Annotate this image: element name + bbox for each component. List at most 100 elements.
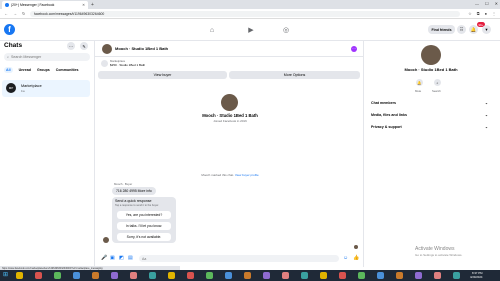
taskbar-app-icon[interactable] — [377, 272, 384, 279]
filter-unread[interactable]: Unread — [19, 68, 31, 73]
privacy-support-section[interactable]: Privacy & support ⌄ — [371, 125, 488, 129]
maximize-icon[interactable]: ☐ — [485, 1, 489, 6]
taskbar-app-icon[interactable] — [301, 272, 308, 279]
buyer-profile-avatar[interactable] — [221, 94, 238, 111]
section-label: Media, files and links — [371, 113, 407, 117]
taskbar-app-icon[interactable] — [92, 272, 99, 279]
apps-grid-icon[interactable]: ⠿ — [457, 25, 466, 34]
video-nav-icon[interactable]: ▶ — [245, 25, 257, 35]
photo-icon[interactable]: ▣ — [110, 255, 115, 261]
browser-tab[interactable]: (20+) Messenger | Facebook ✕ — [2, 1, 88, 9]
view-buyer-profile-link[interactable]: View buyer profile — [235, 173, 259, 177]
filter-groups[interactable]: Groups — [37, 68, 50, 73]
chat-avatar[interactable] — [102, 44, 112, 54]
chats-title: Chats — [4, 42, 23, 49]
reload-icon[interactable]: ↻ — [22, 11, 25, 16]
taskbar-app-icon[interactable] — [358, 272, 365, 279]
chat-header-name[interactable]: Mooch · Studio 1Bed 1 Bath — [115, 46, 168, 51]
details-avatar[interactable] — [421, 45, 441, 65]
new-tab-icon[interactable]: + — [91, 2, 94, 8]
media-files-section[interactable]: Media, files and links ⌄ — [371, 113, 488, 117]
tab-title: (20+) Messenger | Facebook — [11, 3, 55, 7]
taskbar-app-icon[interactable] — [35, 272, 42, 279]
conversation-name: Marketplace — [21, 84, 42, 88]
chevron-down-icon: ⌄ — [484, 125, 488, 129]
search-icon[interactable]: ⌕ — [434, 79, 441, 86]
close-window-icon[interactable]: ✕ — [495, 1, 498, 6]
address-bar[interactable]: facebook.com/messages/t/1196496303264600 — [30, 11, 460, 17]
taskbar-app-icon[interactable] — [282, 272, 289, 279]
taskbar-app-icon[interactable] — [73, 272, 80, 279]
quick-reply-title: Send a quick response — [115, 199, 152, 203]
windows-start-icon[interactable]: ⊞ — [3, 271, 8, 278]
sticker-icon[interactable]: ◩ — [119, 255, 124, 261]
gif-icon[interactable]: ▤ — [128, 255, 133, 261]
chevron-down-icon: ⌄ — [484, 113, 488, 117]
url-text: facebook.com/messages/t/1196496303264600 — [34, 12, 105, 16]
account-icon[interactable]: ▾ — [482, 25, 491, 34]
star-icon[interactable]: ☆ — [468, 11, 472, 16]
listing-title[interactable]: $250 · Studio 1Bed 1 Bath — [110, 63, 145, 67]
message-bubble: 716 280 4995 More info — [112, 187, 156, 195]
close-tab-icon[interactable]: ✕ — [82, 3, 85, 7]
chat-info-icon[interactable]: ⋯ — [351, 46, 357, 52]
like-icon[interactable]: 👍 — [353, 255, 359, 261]
voice-clip-icon[interactable]: 🎤 — [101, 255, 107, 261]
search-input[interactable] — [11, 55, 82, 59]
quick-reply-button[interactable]: Yes, are you interested? — [117, 211, 171, 219]
taskbar-app-icon[interactable] — [320, 272, 327, 279]
mute-icon[interactable]: 🔔 — [416, 79, 423, 86]
filter-communities[interactable]: Communities — [56, 68, 79, 73]
emoji-icon[interactable]: ☺ — [343, 255, 348, 261]
filter-all[interactable]: All — [4, 67, 13, 73]
facebook-logo-icon[interactable]: f — [4, 24, 15, 35]
back-icon[interactable]: ← — [4, 11, 8, 16]
listing-icon — [101, 60, 108, 67]
notifications-icon[interactable]: 🔔 — [469, 25, 478, 34]
find-friends-button[interactable]: Find friends — [428, 25, 455, 34]
search-messenger[interactable]: ⌕ — [4, 53, 90, 61]
taskbar-app-icon[interactable] — [244, 272, 251, 279]
marked-note-text: Mooch marked this chat. — [201, 173, 235, 177]
menu-icon[interactable]: ⋮ — [492, 11, 496, 16]
message-composer[interactable] — [139, 255, 339, 262]
taskbar-app-icon[interactable] — [206, 272, 213, 279]
message-input[interactable] — [142, 256, 322, 261]
taskbar-app-icon[interactable] — [149, 272, 156, 279]
extensions-icon[interactable]: ⧉ — [477, 11, 480, 16]
activate-windows-title: Activate Windows — [415, 246, 455, 252]
options-icon[interactable]: ⋯ — [67, 42, 75, 50]
facebook-favicon-icon — [5, 3, 9, 7]
taskbar-app-icon[interactable] — [263, 272, 270, 279]
chevron-down-icon: ⌄ — [484, 101, 488, 105]
taskbar-app-icon[interactable] — [111, 272, 118, 279]
window-controls: — ☐ ✕ — [475, 1, 498, 6]
taskbar-app-icon[interactable] — [16, 272, 23, 279]
minimize-icon[interactable]: — — [475, 1, 479, 6]
taskbar-app-icon[interactable] — [130, 272, 137, 279]
chat-list-panel — [0, 41, 95, 267]
compose-icon[interactable]: ✎ — [80, 42, 88, 50]
more-options-button[interactable]: More Options — [229, 71, 360, 79]
mute-label: Mute — [415, 89, 422, 93]
taskbar-app-icon[interactable] — [415, 272, 422, 279]
chat-members-section[interactable]: Chat members ⌄ — [371, 101, 488, 105]
search-icon: ⌕ — [7, 55, 10, 59]
forward-icon[interactable]: → — [13, 11, 17, 16]
taskbar-app-icon[interactable] — [396, 272, 403, 279]
quick-reply-button[interactable]: Sorry, it's not available. — [117, 233, 171, 241]
taskbar-app-icon[interactable] — [339, 272, 346, 279]
taskbar-app-icon[interactable] — [168, 272, 175, 279]
buyer-joined-text: Joined Facebook in 2016 — [213, 119, 247, 123]
quick-reply-button[interactable]: In talks. I'll let you know. — [117, 222, 171, 230]
taskbar-app-icon[interactable] — [434, 272, 441, 279]
taskbar-app-icon[interactable] — [453, 272, 460, 279]
view-buyer-button[interactable]: View buyer — [98, 71, 227, 79]
groups-nav-icon[interactable]: ◎ — [280, 25, 292, 35]
activate-windows-sub: Go to Settings to activate Windows. — [415, 253, 463, 257]
home-nav-icon[interactable]: ⌂ — [206, 25, 218, 35]
taskbar-app-icon[interactable] — [187, 272, 194, 279]
taskbar-app-icon[interactable] — [54, 272, 61, 279]
taskbar-app-icon[interactable] — [225, 272, 232, 279]
profile-icon[interactable]: ● — [485, 11, 487, 16]
